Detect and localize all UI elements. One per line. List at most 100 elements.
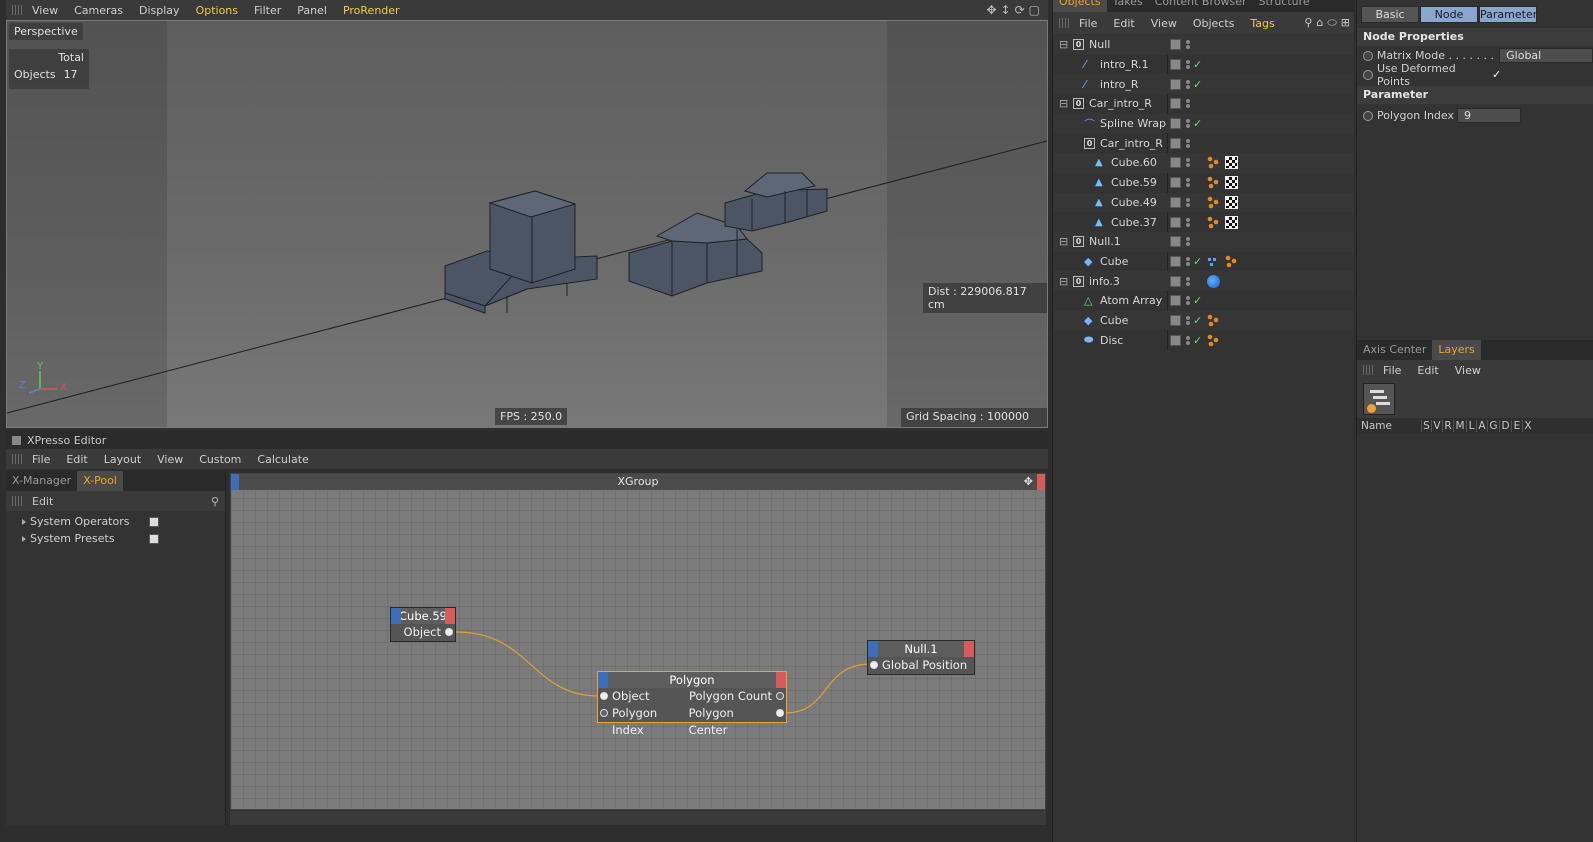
editor-render-dots-icon[interactable] — [1186, 217, 1190, 228]
phong-tag-icon[interactable] — [1207, 314, 1220, 327]
editor-render-dots-icon[interactable] — [1186, 197, 1190, 208]
attr-tab-basic[interactable]: Basic — [1361, 6, 1419, 23]
attr-tab-parameter[interactable]: Parameter — [1479, 6, 1537, 23]
check-icon[interactable]: ✓ — [1193, 58, 1202, 71]
tab-content-browser[interactable]: Content Browser — [1149, 0, 1253, 12]
editor-render-dots-icon[interactable] — [1186, 39, 1190, 50]
editor-render-dots-icon[interactable] — [1186, 118, 1190, 129]
matrix-mode-dropdown[interactable]: Global — [1499, 48, 1593, 63]
object-row[interactable]: ⌒ Spline Wrap ✓ — [1053, 113, 1354, 134]
tab-layers[interactable]: Layers — [1432, 340, 1481, 360]
visibility-toggle-icon[interactable] — [1170, 314, 1181, 326]
tab-axis-center[interactable]: Axis Center — [1357, 340, 1432, 360]
new-window-icon[interactable]: ⊞ — [1341, 16, 1350, 30]
layers-col-s[interactable]: S — [1421, 420, 1431, 432]
window-icon[interactable] — [12, 435, 21, 445]
xp-menu-layout[interactable]: Layout — [96, 453, 149, 466]
pool-item-system-operators[interactable]: System Operators — [6, 513, 225, 530]
menu-panel[interactable]: Panel — [289, 4, 335, 17]
item-toggle-icon[interactable] — [149, 533, 159, 544]
tab-takes[interactable]: Takes — [1107, 0, 1149, 12]
object-row[interactable]: 0 ⊟ Null — [1053, 35, 1354, 55]
xp-menu-calculate[interactable]: Calculate — [249, 453, 316, 466]
xpool-edit-menu[interactable]: Edit — [32, 495, 53, 508]
check-icon[interactable]: ✓ — [1193, 294, 1202, 307]
tab-objects[interactable]: Objects — [1053, 0, 1107, 12]
om-menu-objects[interactable]: Objects — [1185, 17, 1243, 30]
editor-render-dots-icon[interactable] — [1186, 157, 1190, 168]
editor-render-dots-icon[interactable] — [1186, 138, 1190, 149]
expand-icon[interactable] — [22, 535, 26, 542]
layers-icon[interactable] — [1363, 383, 1395, 415]
menu-filter[interactable]: Filter — [246, 4, 289, 17]
phong-tag-icon[interactable] — [1207, 216, 1220, 229]
layer-toggle-icon[interactable]: ⬭ — [1327, 16, 1336, 30]
checker-tag-icon[interactable] — [1225, 156, 1238, 170]
grip-icon[interactable] — [12, 454, 24, 464]
collapse-icon[interactable]: ⊟ — [1059, 97, 1068, 110]
phong-tag-icon[interactable] — [1207, 156, 1220, 169]
collapse-icon[interactable]: ⊟ — [1059, 275, 1068, 288]
collapse-icon[interactable]: ⊟ — [1059, 38, 1068, 51]
port-polygon-center-out[interactable] — [776, 709, 784, 717]
visibility-toggle-icon[interactable] — [1170, 236, 1181, 248]
visibility-toggle-icon[interactable] — [1170, 295, 1181, 307]
object-row[interactable]: ⁄ intro_R ✓ — [1053, 74, 1354, 95]
xgroup-scrollbar[interactable] — [230, 811, 1046, 825]
om-menu-edit[interactable]: Edit — [1105, 17, 1142, 30]
editor-render-dots-icon[interactable] — [1186, 236, 1190, 247]
phong-tag-icon[interactable] — [1225, 255, 1238, 268]
phong-tag-icon[interactable] — [1207, 334, 1220, 347]
search-icon[interactable]: ⚲ — [211, 495, 219, 508]
check-icon[interactable]: ✓ — [1193, 117, 1202, 130]
tab-x-pool[interactable]: X-Pool — [77, 471, 123, 491]
port-polygon-count-out[interactable] — [776, 692, 784, 700]
object-row[interactable]: ▲ Cube.49 — [1053, 192, 1354, 213]
object-row[interactable]: ▲ Cube.37 — [1053, 212, 1354, 232]
grip-icon[interactable] — [1363, 365, 1375, 375]
visibility-toggle-icon[interactable] — [1170, 196, 1181, 208]
check-icon[interactable]: ✓ — [1193, 255, 1202, 268]
visibility-toggle-icon[interactable] — [1170, 98, 1181, 110]
layers-menu-view[interactable]: View — [1447, 364, 1489, 377]
object-row[interactable]: 0 Car_intro_R — [1053, 133, 1354, 153]
layers-col-v[interactable]: V — [1431, 420, 1442, 432]
object-row[interactable]: 0 ⊟ Car_intro_R — [1053, 94, 1354, 114]
visibility-toggle-icon[interactable] — [1170, 59, 1181, 71]
checker-tag-icon[interactable] — [1225, 195, 1238, 209]
deformed-points-checkbox[interactable]: ✓ — [1492, 68, 1501, 81]
editor-render-dots-icon[interactable] — [1186, 59, 1190, 70]
editor-render-dots-icon[interactable] — [1186, 335, 1190, 346]
check-icon[interactable]: ✓ — [1193, 334, 1202, 347]
visibility-toggle-icon[interactable] — [1170, 334, 1181, 346]
matrix-mode-radio[interactable] — [1363, 50, 1373, 61]
visibility-toggle-icon[interactable] — [1170, 177, 1181, 189]
xp-menu-custom[interactable]: Custom — [191, 453, 249, 466]
node-null1[interactable]: Null.1 Global Position — [867, 640, 975, 675]
menu-options[interactable]: Options — [188, 4, 246, 17]
phong-tag-icon[interactable] — [1207, 176, 1220, 189]
grip-icon[interactable] — [1059, 18, 1071, 28]
menu-view[interactable]: View — [24, 4, 66, 17]
phong-tag-icon[interactable] — [1207, 196, 1220, 209]
editor-render-dots-icon[interactable] — [1186, 276, 1190, 287]
layers-col-l[interactable]: L — [1466, 420, 1476, 432]
port-object-in[interactable] — [600, 692, 608, 700]
item-toggle-icon[interactable] — [149, 516, 159, 527]
object-row[interactable]: ▲ Cube.60 — [1053, 153, 1354, 173]
layers-col-e[interactable]: E — [1511, 420, 1522, 432]
editor-render-dots-icon[interactable] — [1186, 79, 1190, 90]
deformed-points-radio[interactable] — [1363, 69, 1373, 80]
object-row[interactable]: ⬬ Disc ✓ — [1053, 330, 1354, 350]
home-icon[interactable]: ⌂ — [1316, 16, 1323, 30]
visibility-toggle-icon[interactable] — [1170, 216, 1181, 228]
object-row[interactable]: ◆ Cube ✓ — [1053, 252, 1354, 272]
tab-x-manager[interactable]: X-Manager — [6, 471, 77, 491]
layers-menu-file[interactable]: File — [1375, 364, 1409, 377]
om-menu-file[interactable]: File — [1071, 17, 1105, 30]
port-object-out[interactable] — [445, 628, 453, 636]
layers-col-x[interactable]: X — [1522, 420, 1533, 432]
layers-col-r[interactable]: R — [1442, 420, 1453, 432]
port-global-position-in[interactable] — [870, 661, 878, 669]
object-row[interactable]: 0 ⊟ Null.1 — [1053, 231, 1354, 252]
